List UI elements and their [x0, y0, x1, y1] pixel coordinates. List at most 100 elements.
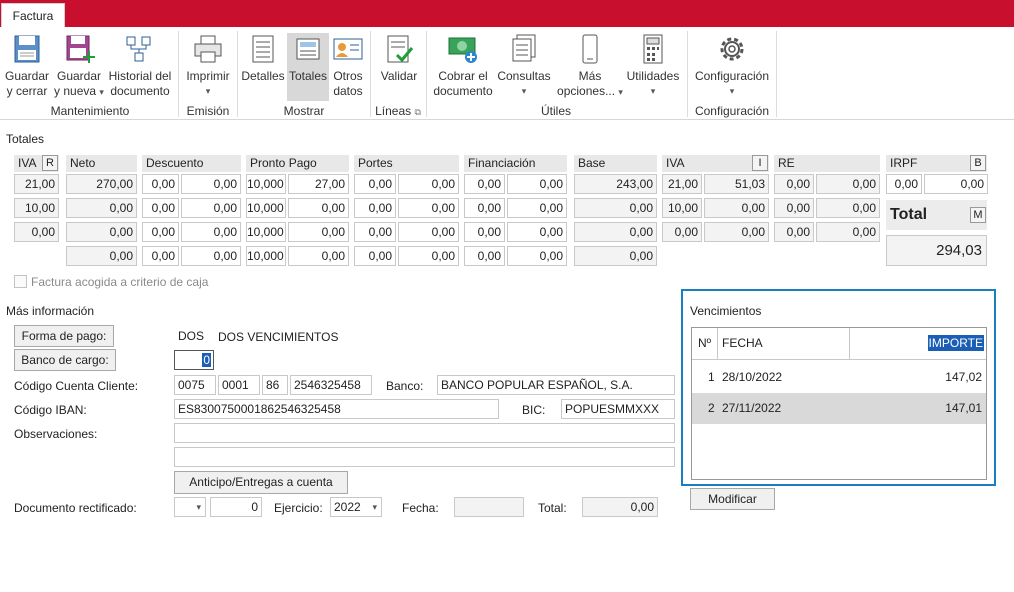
history-icon	[126, 36, 151, 62]
table-row[interactable]: 2 27/11/2022 147,01	[692, 393, 986, 424]
totals-cell-base: 0,00	[574, 222, 657, 242]
totals-cell-financiacion-amount[interactable]: 0,00	[507, 198, 567, 218]
totals-title: Totales	[6, 132, 45, 146]
totals-cell-base: 0,00	[574, 198, 657, 218]
totals-cell-portes-percent[interactable]: 0,00	[354, 246, 396, 266]
money-icon	[448, 37, 477, 63]
payment-method-code[interactable]: DOS	[174, 326, 214, 346]
modify-button[interactable]: Modificar	[690, 488, 775, 510]
fiscal-year-select[interactable]: 2022 ▾	[330, 497, 382, 517]
rectified-doc-number[interactable]: 0	[210, 497, 262, 517]
col-fecha[interactable]: FECHA	[722, 328, 850, 359]
totals-cell-descuento-amount[interactable]: 0,00	[181, 198, 241, 218]
more-options-button[interactable]: Más opciones... ▾	[556, 33, 624, 100]
group-lineas: Líneas ⧉	[375, 104, 421, 118]
row-importe: 147,01	[945, 401, 982, 415]
totals-cell-portes-amount[interactable]: 0,00	[398, 222, 459, 242]
irpf-b-button[interactable]: B	[970, 155, 986, 171]
totals-cell-financiacion-amount[interactable]: 0,00	[507, 246, 567, 266]
bank-charge-button[interactable]: Banco de cargo:	[14, 349, 116, 371]
iban-input[interactable]: ES8300750001862546325458	[174, 399, 499, 419]
table-row[interactable]: 1 28/10/2022 147,02	[692, 361, 986, 393]
group-utiles: Útiles	[540, 104, 571, 118]
payment-method-button[interactable]: Forma de pago:	[14, 325, 114, 347]
validate-button[interactable]: Validar	[376, 33, 422, 84]
observations-input-2[interactable]	[174, 447, 675, 467]
bank-charge-input[interactable]: 0	[174, 350, 214, 370]
totals-cell-financiacion-amount[interactable]: 0,00	[507, 174, 567, 194]
details-button[interactable]: Detalles	[241, 33, 285, 84]
totals-cell-pronto-amount[interactable]: 0,00	[288, 246, 349, 266]
bank-name[interactable]: BANCO POPULAR ESPAÑOL, S.A.	[437, 375, 675, 395]
totals-cell-descuento-percent[interactable]: 0,00	[142, 222, 179, 242]
totals-cell-descuento-amount[interactable]: 0,00	[181, 174, 241, 194]
row-n: 2	[708, 401, 715, 415]
other-data-button[interactable]: Otros datos	[331, 33, 365, 99]
totals-cell-descuento-amount[interactable]: 0,00	[181, 222, 241, 242]
totals-cell-portes-percent[interactable]: 0,00	[354, 198, 396, 218]
caja-checkbox[interactable]	[14, 275, 27, 288]
bic-input[interactable]: POPUESMMXXX	[561, 399, 675, 419]
chevron-down-icon: ▾	[729, 86, 735, 96]
col-n[interactable]: Nº	[692, 328, 718, 359]
totals-cell-financiacion-percent[interactable]: 0,00	[464, 222, 505, 242]
rectified-doc-series[interactable]: ▾	[174, 497, 206, 517]
totals-cell-descuento-percent[interactable]: 0,00	[142, 246, 179, 266]
save-new-button[interactable]: Guardar y nueva ▾	[54, 33, 104, 100]
configuration-button[interactable]: Configuración ▾	[692, 33, 772, 99]
header-portes: Portes	[354, 155, 459, 172]
totals-cell-pronto-amount[interactable]: 0,00	[288, 198, 349, 218]
chevron-down-icon: ▾	[618, 87, 623, 97]
details-icon	[252, 35, 274, 63]
totals-cell-pronto-amount[interactable]: 27,00	[288, 174, 349, 194]
group-mantenimiento: Mantenimiento	[50, 104, 130, 118]
date-input[interactable]	[454, 497, 524, 517]
ccc-dc[interactable]: 86	[262, 375, 288, 395]
totals-cell-iva-percent: 10,00	[14, 198, 59, 218]
total-m-button[interactable]: M	[970, 207, 986, 223]
history-button[interactable]: Historial del documento	[106, 33, 174, 99]
ccc-entity[interactable]: 0075	[174, 375, 216, 395]
irpf-percent[interactable]: 0,00	[886, 174, 922, 194]
totals-cell-portes-amount[interactable]: 0,00	[398, 246, 459, 266]
rectified-doc-label: Documento rectificado:	[14, 501, 137, 515]
col-importe[interactable]: IMPORTE	[852, 328, 984, 359]
irpf-amount[interactable]: 0,00	[924, 174, 988, 194]
iva-r-button[interactable]: R	[42, 155, 58, 171]
totals-cell-financiacion-percent[interactable]: 0,00	[464, 174, 505, 194]
totals-cell-portes-amount[interactable]: 0,00	[398, 174, 459, 194]
header-base: Base	[574, 155, 657, 172]
totals-cell-pronto-percent[interactable]: 10,000	[246, 198, 286, 218]
totals-cell-pronto-amount[interactable]: 0,00	[288, 222, 349, 242]
gear-icon	[720, 37, 744, 61]
totals-cell-pronto-percent[interactable]: 10,000	[246, 222, 286, 242]
save-close-button[interactable]: Guardar y cerrar	[4, 33, 50, 99]
queries-button[interactable]: Consultas ▾	[496, 33, 552, 99]
totals-cell-portes-amount[interactable]: 0,00	[398, 198, 459, 218]
totals-cell-portes-percent[interactable]: 0,00	[354, 222, 396, 242]
utilities-button[interactable]: Utilidades ▾	[624, 33, 682, 99]
collect-document-button[interactable]: Cobrar el documento	[430, 33, 496, 99]
totals-cell-re-rate: 0,00	[774, 174, 814, 194]
totals-cell-financiacion-amount[interactable]: 0,00	[507, 222, 567, 242]
totals-cell-pronto-percent[interactable]: 10,000	[246, 246, 286, 266]
row-n: 1	[708, 370, 715, 384]
totals-button[interactable]: Totales	[287, 33, 329, 101]
tab-factura[interactable]: Factura	[1, 3, 65, 28]
totals-cell-portes-percent[interactable]: 0,00	[354, 174, 396, 194]
totals-cell-descuento-percent[interactable]: 0,00	[142, 174, 179, 194]
totals-cell-pronto-percent[interactable]: 10,000	[246, 174, 286, 194]
print-button[interactable]: Imprimir ▾	[184, 33, 232, 99]
totals-cell-financiacion-percent[interactable]: 0,00	[464, 198, 505, 218]
totals-cell-descuento-amount[interactable]: 0,00	[181, 246, 241, 266]
iva-i-button[interactable]: I	[752, 155, 768, 171]
other-data-icon	[333, 38, 363, 60]
row-fecha: 28/10/2022	[722, 370, 783, 384]
queries-icon	[512, 34, 536, 62]
observations-input-1[interactable]	[174, 423, 675, 443]
advance-payments-button[interactable]: Anticipo/Entregas a cuenta	[174, 471, 348, 494]
totals-cell-financiacion-percent[interactable]: 0,00	[464, 246, 505, 266]
totals-cell-descuento-percent[interactable]: 0,00	[142, 198, 179, 218]
ccc-account[interactable]: 2546325458	[290, 375, 372, 395]
ccc-office[interactable]: 0001	[218, 375, 260, 395]
